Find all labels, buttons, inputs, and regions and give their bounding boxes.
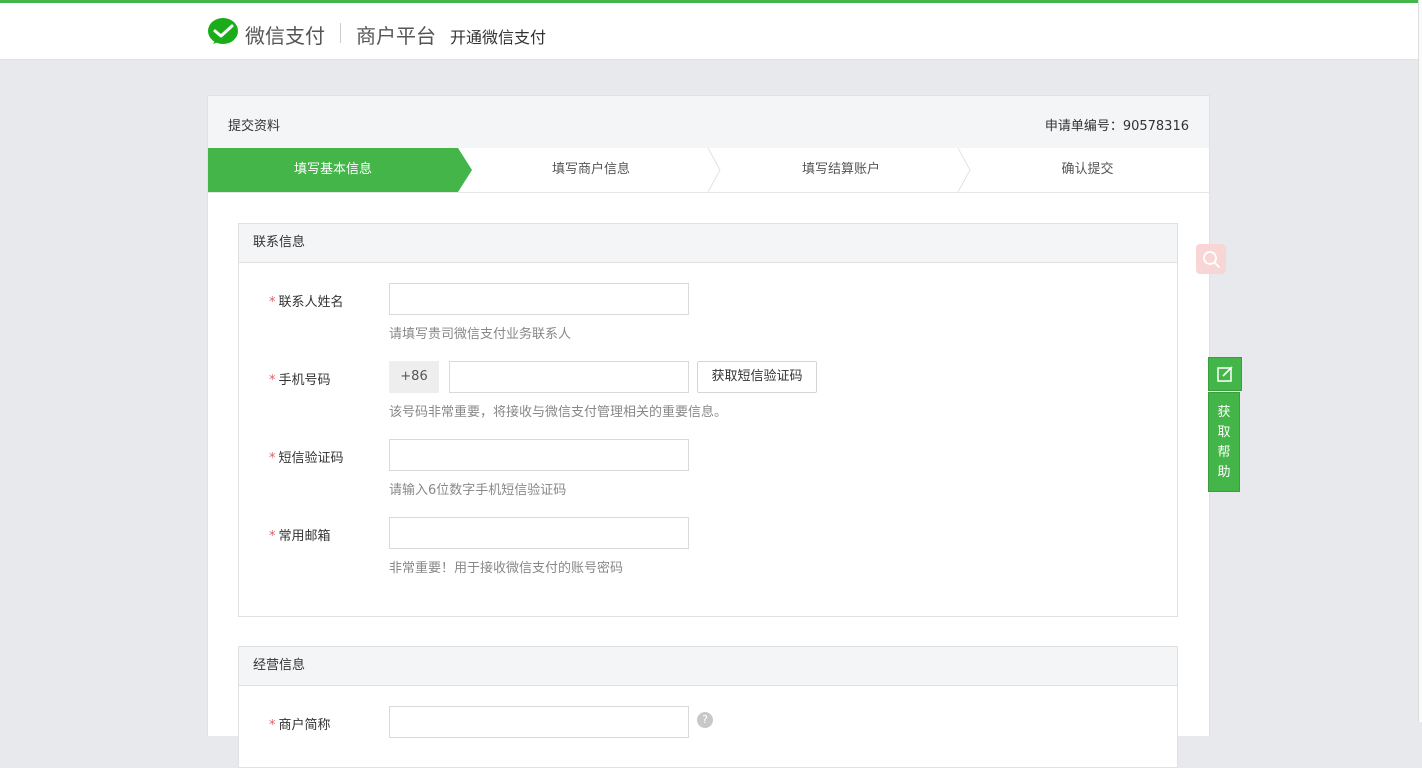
short-name-input[interactable]: [389, 706, 689, 738]
step-settlement-account: 填写结算账户: [801, 162, 880, 177]
floating-search-button[interactable]: [1196, 244, 1226, 274]
progress-steps: 填写基本信息 填写商户信息 填写结算账户 确认提交: [208, 148, 1209, 193]
email-hint: 非常重要！用于接收微信支付的账号密码: [389, 561, 624, 576]
country-code: +86: [389, 361, 439, 393]
phone-label: 手机号码: [278, 373, 331, 388]
field-label: * 常用邮箱: [269, 525, 331, 544]
wechat-pay-logo-icon: [208, 18, 238, 44]
get-sms-code-button[interactable]: 获取短信验证码: [697, 361, 817, 393]
get-help-button[interactable]: 获 取 帮 助: [1208, 392, 1240, 492]
help-char: 助: [1217, 465, 1231, 480]
required-mark: *: [269, 718, 276, 733]
required-mark: *: [269, 373, 276, 388]
field-label: * 联系人姓名: [269, 291, 344, 310]
email-input[interactable]: [389, 517, 689, 549]
contact-section: 联系信息 * 联系人姓名 请填写贵司微信支付业务联系人 * 手机号码 +86 获取短…: [238, 223, 1178, 617]
card-header: 提交资料 申请单编号：90578316: [208, 96, 1209, 148]
phone-hint: 该号码非常重要，将接收与微信支付管理相关的重要信息。: [389, 405, 728, 420]
required-mark: *: [269, 451, 276, 466]
field-label: * 短信验证码: [269, 447, 344, 466]
application-card: 提交资料 申请单编号：90578316 填写基本信息 填写商户信息 填写结算账户…: [207, 95, 1210, 768]
section-title: 经营信息: [239, 647, 1177, 686]
help-char: 获: [1217, 405, 1231, 420]
help-question-icon[interactable]: ?: [697, 712, 713, 728]
section-title: 联系信息: [239, 224, 1177, 263]
search-icon: [1203, 251, 1220, 268]
step-merchant-info: 填写商户信息: [551, 162, 630, 177]
feedback-button[interactable]: [1208, 357, 1242, 391]
required-mark: *: [269, 529, 276, 544]
phone-input[interactable]: [449, 361, 689, 393]
header: 微信支付 商户平台 开通微信支付: [0, 3, 1422, 60]
contact-name-hint: 请填写贵司微信支付业务联系人: [389, 327, 572, 342]
edit-icon: [1217, 366, 1233, 382]
step-confirm-submit: 确认提交: [1061, 162, 1114, 177]
sms-code-hint: 请输入6位数字手机短信验证码: [389, 483, 567, 498]
page-scrollbar[interactable]: [1418, 0, 1422, 722]
step-basic-info: 填写基本信息: [208, 148, 458, 192]
logo-text[interactable]: 微信支付: [245, 20, 325, 49]
sms-code-label: 短信验证码: [278, 451, 344, 466]
field-label: * 手机号码: [269, 369, 331, 388]
platform-title: 商户平台: [356, 24, 436, 48]
short-name-label: 商户简称: [278, 718, 331, 733]
email-label: 常用邮箱: [278, 529, 331, 544]
application-number: 申请单编号：90578316: [1044, 119, 1189, 134]
field-label: * 商户简称: [269, 714, 331, 733]
business-section: 经营信息 * 商户简称 ?: [238, 646, 1178, 768]
page-title: 开通微信支付: [450, 28, 547, 47]
card-title: 提交资料: [228, 119, 281, 134]
logo-divider: [340, 23, 341, 43]
contact-name-input[interactable]: [389, 283, 689, 315]
help-char: 帮: [1217, 445, 1231, 460]
help-char: 取: [1217, 425, 1231, 440]
required-mark: *: [269, 295, 276, 310]
contact-name-label: 联系人姓名: [278, 295, 344, 310]
sms-code-input[interactable]: [389, 439, 689, 471]
